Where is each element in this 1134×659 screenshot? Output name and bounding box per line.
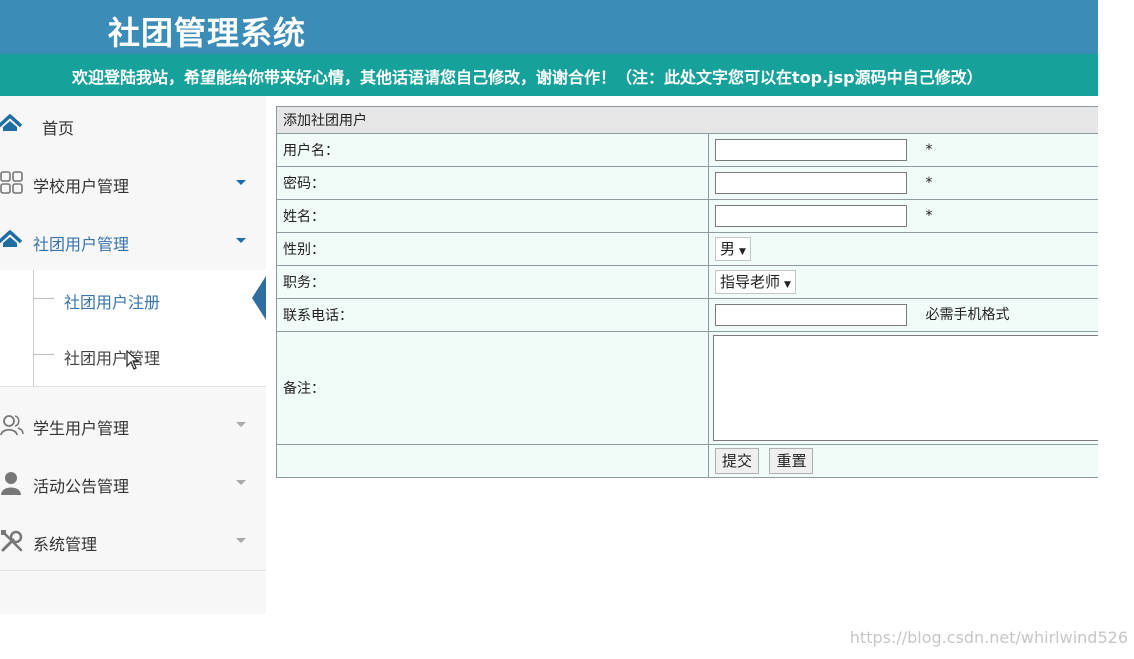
form-row-position: 职务： 指导老师 ▼ (276, 265, 1098, 299)
required-mark: * (925, 208, 933, 224)
tree-connector (34, 354, 54, 355)
user-icon (1, 472, 21, 495)
position-select[interactable]: 指导老师 ▼ (715, 270, 796, 294)
chevron-down-icon (236, 422, 246, 427)
form-row-actions: 提交 重置 (276, 444, 1098, 478)
site-title: 社团管理系统 (108, 14, 307, 52)
name-input[interactable] (715, 205, 907, 227)
position-select-value: 指导老师 (720, 273, 781, 291)
home-icon (0, 230, 22, 247)
form-header: 添加社团用户 (276, 106, 1098, 134)
sidebar-item-club-users[interactable]: 社团用户管理 (0, 212, 266, 271)
gender-select-value: 男 (720, 240, 736, 258)
form-row-name: 姓名： * (276, 199, 1098, 233)
form-row-password: 密码： * (276, 166, 1098, 200)
phone-input[interactable] (715, 304, 907, 326)
dropdown-arrow-icon: ▼ (784, 280, 791, 290)
welcome-text: 欢迎登陆我站，希望能给你带来好心情，其他话语请您自己修改，谢谢合作！（注：此处文… (72, 68, 983, 87)
submenu-item-label: 社团用户注册 (64, 293, 161, 312)
sidebar-item-label: 系统管理 (33, 535, 98, 554)
required-mark: * (925, 175, 933, 191)
home-icon (0, 114, 22, 131)
sidebar-item-label: 首页 (42, 119, 75, 138)
header-bar: 社团管理系统 (0, 0, 1098, 54)
tools-icon (1, 530, 23, 552)
sidebar-item-label: 活动公告管理 (33, 477, 130, 496)
field-label: 姓名： (276, 199, 709, 233)
watermark: https://blog.csdn.net/whirlwind526 (849, 628, 1128, 647)
active-indicator-arrow (252, 276, 266, 320)
phone-hint: 必需手机格式 (925, 307, 1010, 323)
username-input[interactable] (715, 139, 907, 161)
submit-button[interactable]: 提交 (715, 448, 760, 474)
welcome-banner: 欢迎登陆我站，希望能给你带来好心情，其他话语请您自己修改，谢谢合作！（注：此处文… (0, 54, 1098, 96)
app-window: 社团管理系统 欢迎登陆我站，希望能给你带来好心情，其他话语请您自己修改，谢谢合作… (0, 0, 1098, 614)
sidebar-item-student-users[interactable]: 学生用户管理 (0, 396, 266, 455)
sidebar: 首页 学校用户管理 社团用户管理 社团用户注册 社团用户管理 学生用户管理 活动… (0, 96, 267, 614)
remark-textarea[interactable] (713, 335, 1098, 441)
field-label: 职务： (276, 265, 709, 299)
tree-connector (34, 298, 54, 299)
chevron-down-icon (236, 538, 246, 543)
reset-button[interactable]: 重置 (769, 448, 814, 474)
field-label: 密码： (276, 166, 709, 200)
field-label: 用户名： (276, 133, 709, 167)
sidebar-item-system[interactable]: 系统管理 (0, 512, 266, 571)
field-label: 性别： (276, 232, 709, 266)
main-content: 添加社团用户 用户名： * 密码： * 姓名： * 性别： 男 ▼ 职务： 指导… (266, 96, 1098, 614)
field-label: 备注： (276, 331, 709, 445)
add-club-user-form: 添加社团用户 用户名： * 密码： * 姓名： * 性别： 男 ▼ 职务： 指导… (276, 106, 1098, 478)
grid-icon (0, 171, 23, 194)
form-row-username: 用户名： * (276, 133, 1098, 167)
gender-select[interactable]: 男 ▼ (715, 237, 751, 261)
form-row-gender: 性别： 男 ▼ (276, 232, 1098, 266)
sidebar-item-label: 学校用户管理 (33, 177, 130, 196)
password-input[interactable] (715, 172, 907, 194)
sidebar-item-home[interactable]: 首页 (0, 96, 266, 155)
required-mark: * (925, 142, 933, 158)
field-label: 联系电话： (276, 298, 709, 332)
empty-cell (276, 444, 709, 478)
form-row-phone: 联系电话： 必需手机格式 (276, 298, 1098, 332)
mouse-cursor-icon (126, 350, 140, 370)
sidebar-item-label: 学生用户管理 (33, 419, 130, 438)
form-row-remark: 备注： (276, 331, 1098, 445)
submenu-item-label: 社团用户管理 (64, 349, 161, 368)
sidebar-item-announcements[interactable]: 活动公告管理 (0, 454, 266, 513)
sidebar-item-label: 社团用户管理 (33, 235, 130, 254)
submenu-item-club-register[interactable]: 社团用户注册 (0, 270, 266, 326)
sidebar-item-school-users[interactable]: 学校用户管理 (0, 154, 266, 213)
chevron-down-icon (236, 238, 246, 243)
chevron-down-icon (236, 480, 246, 485)
chevron-down-icon (236, 180, 246, 185)
dropdown-arrow-icon: ▼ (739, 247, 746, 257)
users-icon (0, 415, 24, 436)
